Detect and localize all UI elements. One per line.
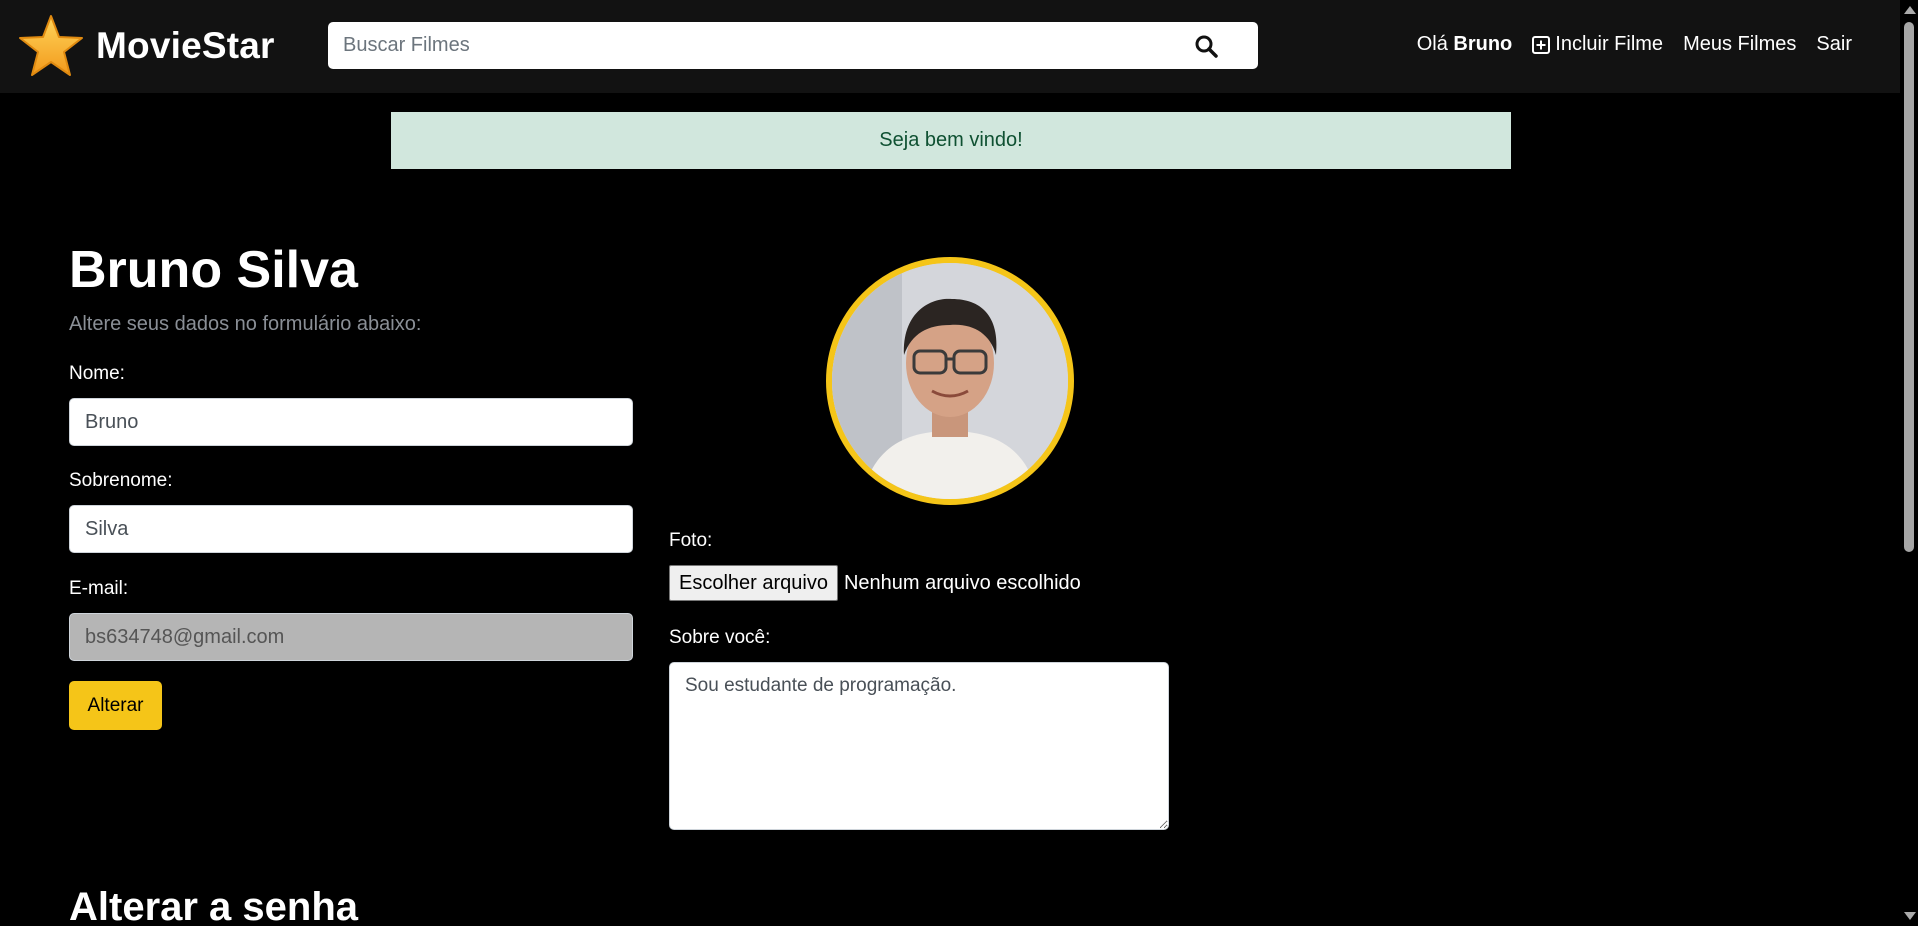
email-label: E-mail: — [69, 578, 129, 599]
plus-square-icon — [1532, 35, 1551, 54]
choose-file-button[interactable]: Escolher arquivo — [669, 565, 838, 601]
lastname-field[interactable] — [69, 505, 633, 553]
search-bar — [328, 22, 1258, 69]
nav-links: Olá Bruno Incluir Filme Meus Filmes Sair — [1417, 33, 1852, 56]
star-icon — [19, 15, 83, 76]
avatar — [826, 257, 1074, 505]
search-input[interactable] — [328, 22, 1188, 69]
my-movies-link[interactable]: Meus Filmes — [1683, 33, 1796, 56]
file-status: Nenhum arquivo escolhido — [843, 571, 1081, 594]
scrollbar[interactable] — [1900, 0, 1918, 926]
brand-logo[interactable]: MovieStar — [18, 14, 275, 78]
lastname-label: Sobrenome: — [69, 470, 173, 491]
bio-label: Sobre você: — [669, 627, 771, 648]
file-input: Escolher arquivo Nenhum arquivo escolhid… — [669, 565, 1081, 601]
name-field[interactable] — [69, 398, 633, 446]
password-section-title: Alterar a senha — [69, 885, 359, 926]
bio-textarea[interactable]: Sou estudante de programação. — [669, 662, 1169, 830]
user-greeting[interactable]: Olá Bruno — [1417, 33, 1513, 56]
brand-name: MovieStar — [96, 25, 275, 66]
photo-label: Foto: — [669, 530, 713, 551]
greeting-user-name: Bruno — [1453, 33, 1513, 55]
search-icon[interactable] — [1194, 34, 1218, 58]
profile-photo — [832, 263, 1068, 499]
greeting-text: Olá — [1416, 33, 1448, 55]
page-title: Bruno Silva — [69, 241, 358, 299]
welcome-alert: Seja bem vindo! — [391, 112, 1511, 169]
navbar: MovieStar Olá Bruno Incluir Filme Meus F… — [0, 0, 1900, 93]
scroll-thumb[interactable] — [1904, 22, 1914, 552]
scroll-down-arrow-icon[interactable] — [1904, 912, 1916, 920]
add-movie-link[interactable]: Incluir Filme — [1532, 33, 1663, 56]
scroll-up-arrow-icon[interactable] — [1904, 6, 1916, 14]
name-label: Nome: — [69, 363, 125, 384]
add-movie-label: Incluir Filme — [1555, 33, 1664, 55]
email-field — [69, 613, 633, 661]
logout-link[interactable]: Sair — [1816, 33, 1852, 56]
page-subtitle: Altere seus dados no formulário abaixo: — [69, 313, 422, 335]
alert-message: Seja bem vindo! — [879, 129, 1023, 151]
submit-button[interactable]: Alterar — [69, 681, 162, 730]
